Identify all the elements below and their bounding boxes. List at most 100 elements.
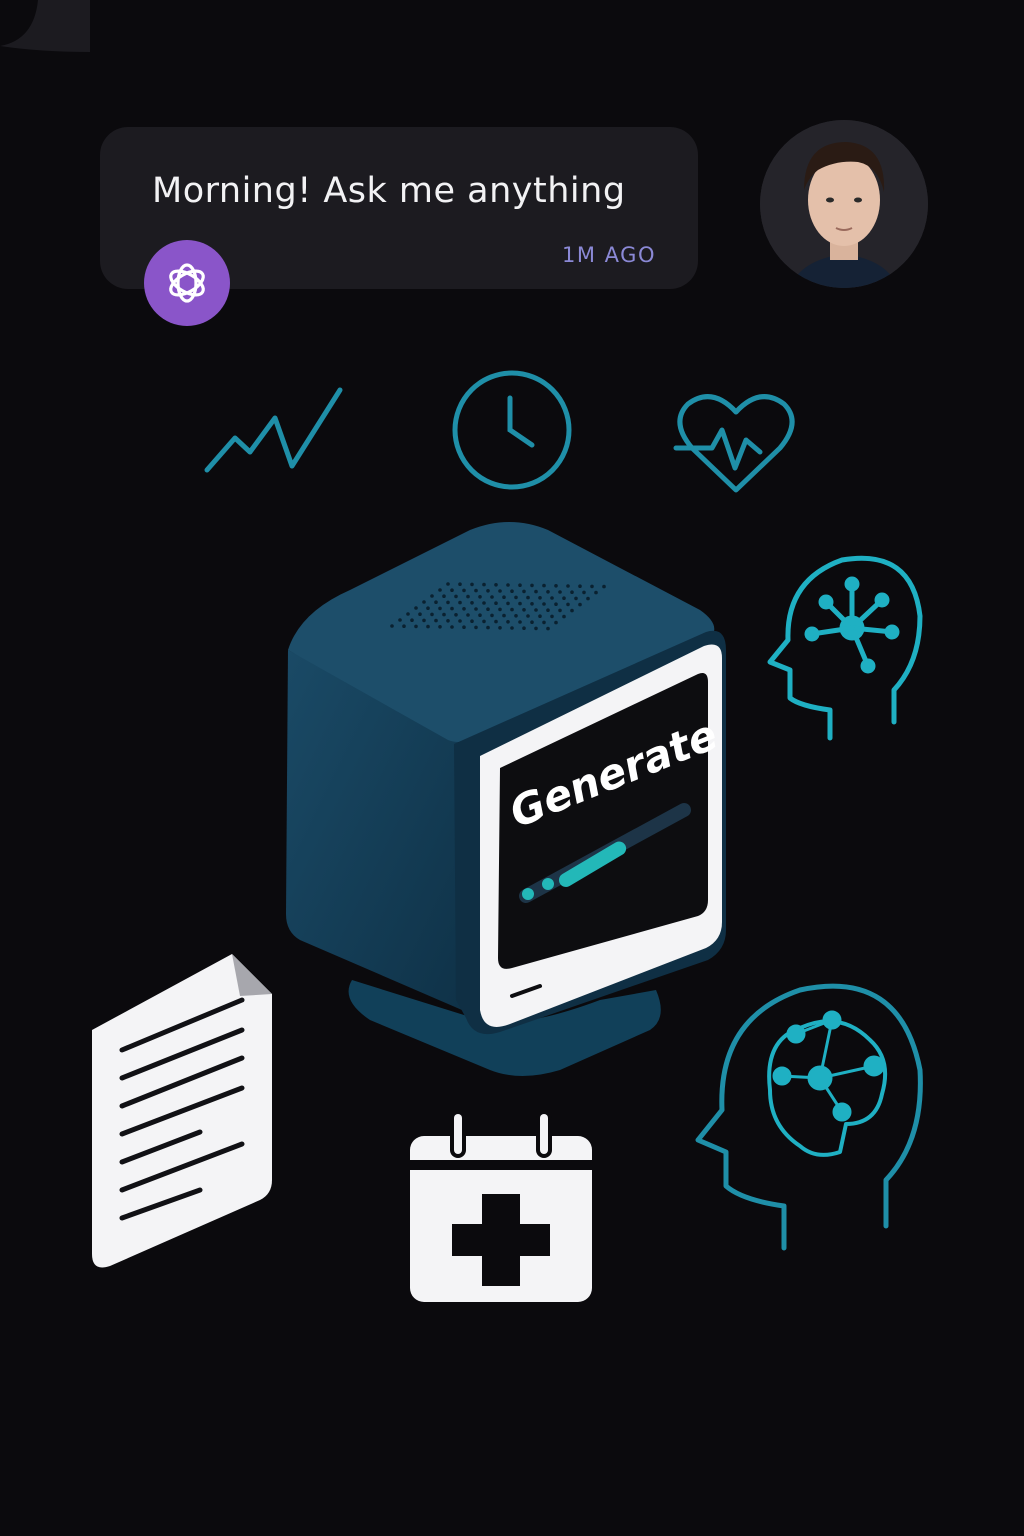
speaker-dot [510, 589, 514, 593]
speaker-dot [426, 624, 430, 629]
speaker-dot [450, 588, 454, 592]
speaker-dot [438, 588, 442, 592]
speaker-dot [494, 601, 498, 605]
speaker-dot [554, 620, 558, 625]
speaker-dot [506, 601, 510, 606]
speaker-dot [442, 594, 446, 598]
clock-icon [452, 370, 572, 490]
speaker-dot [550, 596, 554, 600]
speaker-dot [566, 602, 570, 607]
speaker-dot [406, 612, 410, 616]
speaker-dot [554, 602, 558, 606]
trend-line-icon [204, 387, 343, 473]
speaker-dot [506, 583, 510, 587]
speaker-dot [530, 620, 534, 624]
speaker-dot [414, 624, 418, 629]
speaker-dot [546, 590, 550, 594]
speaker-dot [462, 607, 466, 611]
speaker-dot [450, 606, 454, 611]
speaker-dot [478, 613, 482, 617]
speaker-dot [414, 606, 418, 610]
speaker-dot [558, 608, 562, 613]
speaker-dot [462, 588, 466, 593]
speaker-dot [470, 582, 474, 587]
speaker-dot [526, 614, 530, 618]
speaker-dot [450, 625, 454, 629]
speaker-dot [474, 625, 478, 630]
speaker-dot [518, 583, 522, 587]
speaker-dot [434, 618, 438, 623]
speaker-dot [402, 624, 406, 628]
speaker-dot [458, 600, 462, 605]
speaker-dot [458, 582, 462, 586]
speaker-dot [546, 608, 550, 612]
speaker-dot [562, 596, 566, 600]
speaker-dot [542, 583, 546, 588]
speaker-dot [562, 614, 566, 619]
speaker-dot [482, 601, 486, 605]
speaker-dot [474, 588, 478, 593]
speaker-dot [482, 619, 486, 624]
speaker-dot [574, 596, 578, 601]
speaker-dot [518, 620, 522, 624]
speaker-dot [470, 601, 474, 605]
speaker-dot [578, 602, 582, 607]
speaker-dot [510, 626, 514, 630]
speaker-dot [454, 613, 458, 617]
medical-calendar-icon [410, 1110, 592, 1302]
speaker-dot [594, 590, 598, 595]
speaker-dot [542, 620, 546, 625]
speaker-dot [446, 600, 450, 605]
speaker-dot [582, 590, 586, 595]
speaker-dot [462, 625, 466, 629]
speaker-dot [498, 589, 502, 593]
speaker-dot [566, 584, 570, 588]
speaker-dot [538, 614, 542, 618]
document-icon [92, 954, 272, 1268]
speaker-dot [570, 608, 574, 613]
speaker-dot [422, 618, 426, 623]
head-brain-icon [695, 983, 923, 1251]
speaker-dot [482, 582, 486, 587]
speaker-dot [438, 625, 442, 629]
speaker-dot [542, 602, 546, 606]
speaker-dot [514, 614, 518, 618]
speaker-dot [570, 590, 574, 594]
speaker-dot [498, 607, 502, 612]
speaker-dot [534, 589, 538, 594]
speaker-dot [518, 601, 522, 606]
speaker-dot [494, 619, 498, 624]
speaker-dot [466, 613, 470, 617]
speaker-dot [522, 626, 526, 630]
speaker-dot [486, 589, 490, 593]
sound-wave-right [738, 805, 976, 867]
head-network-icon [767, 555, 923, 741]
speaker-dot [418, 612, 422, 616]
speaker-dot [422, 600, 426, 604]
speaker-dot [502, 613, 506, 618]
heart-pulse-icon [673, 394, 795, 493]
speaker-dot [486, 625, 490, 630]
speaker-dot [554, 584, 558, 588]
speaker-dot [534, 608, 538, 612]
speaker-dot [430, 594, 434, 598]
speaker-dot [526, 595, 530, 600]
speaker-dot [506, 620, 510, 624]
speaker-dot [446, 582, 450, 586]
speaker-dot [466, 594, 470, 599]
speaker-dot [478, 595, 482, 599]
speaker-dot [398, 618, 402, 622]
speaker-dot [550, 614, 554, 619]
speaker-dot [490, 595, 494, 599]
speaker-dot [558, 590, 562, 594]
speaker-dot [410, 618, 414, 622]
speaker-dot [494, 583, 498, 587]
speaker-dot [590, 584, 594, 589]
speaker-dot [426, 606, 430, 610]
speaker-dot [430, 612, 434, 617]
speaker-dot [530, 583, 534, 588]
speaker-dot [602, 584, 606, 589]
speaker-dot [454, 594, 458, 599]
speaker-dot [438, 606, 442, 611]
speaker-dot [446, 619, 450, 623]
